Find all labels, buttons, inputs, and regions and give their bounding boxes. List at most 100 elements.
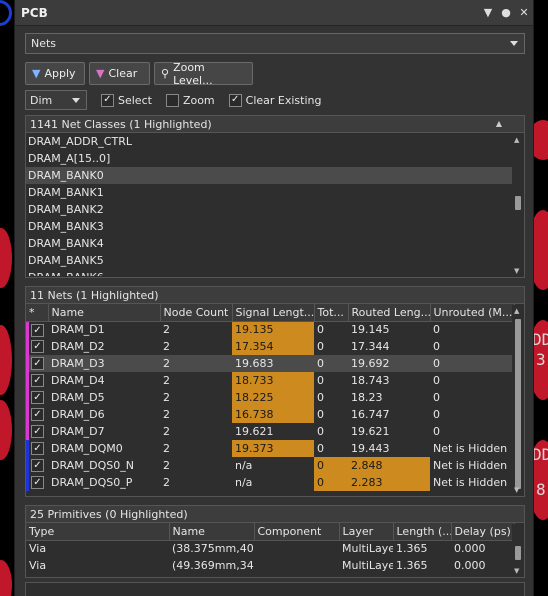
net-visibility-cell[interactable]: ✓ xyxy=(26,355,48,372)
net-class-item[interactable]: DRAM_BANK6 xyxy=(26,269,514,276)
primitives-column-header[interactable]: Type xyxy=(26,523,170,541)
net-class-item[interactable]: DRAM_BANK1 xyxy=(26,184,514,201)
net-class-item[interactable]: DRAM_BANK3 xyxy=(26,218,514,235)
nets-column-header[interactable]: Tot... xyxy=(314,304,349,322)
net-visible-checkbox[interactable]: ✓ xyxy=(31,408,44,421)
net-row[interactable]: ✓ DRAM_DQS0_P 2 n/a 0 2.283 Net is Hidden xyxy=(26,474,514,491)
select-label: Select xyxy=(118,93,152,107)
net-row[interactable]: ✓ DRAM_D6 2 16.738 0 16.747 0 xyxy=(26,406,514,423)
net-visible-checkbox[interactable]: ✓ xyxy=(31,391,44,404)
net-row[interactable]: ✓ DRAM_D2 2 17.354 0 17.344 0 xyxy=(26,338,514,355)
primitives-scrollbar[interactable]: ▼ xyxy=(512,524,524,577)
clear-button[interactable]: ▼ Clear xyxy=(89,62,150,85)
net-visibility-cell[interactable]: ✓ xyxy=(26,406,48,423)
clear-existing-option[interactable]: ✓ Clear Existing xyxy=(228,93,322,107)
net-classes-scrollbar[interactable]: ▲ ▼ xyxy=(512,134,524,277)
primitives-column-header[interactable]: Length (... xyxy=(393,523,452,541)
clear-existing-checkbox[interactable]: ✓ xyxy=(228,93,242,107)
magnifier-icon: ⚲ xyxy=(161,67,170,80)
select-checkbox[interactable]: ✓ xyxy=(101,93,114,107)
net-visibility-cell[interactable]: ✓ xyxy=(26,474,48,491)
apply-button[interactable]: ▼ Apply xyxy=(25,62,85,85)
nets-column-header[interactable]: Unrouted (M... xyxy=(430,304,515,322)
net-unrouted: 0 xyxy=(430,355,514,372)
net-visible-checkbox[interactable]: ✓ xyxy=(31,374,44,387)
close-icon[interactable]: ✕ xyxy=(515,6,533,19)
primitives-header-text: 25 Primitives (0 Highlighted) xyxy=(30,507,188,521)
net-routed-length: 2.848 xyxy=(348,457,430,474)
net-visibility-cell[interactable]: ✓ xyxy=(26,321,48,338)
primitive-delay: 0.000 xyxy=(454,559,486,572)
net-visibility-cell[interactable]: ✓ xyxy=(26,338,48,355)
scroll-down-icon[interactable]: ▼ xyxy=(514,567,519,575)
primitive-row[interactable]: Via (38.375mm,40.67 MultiLayer1.365 0.000 xyxy=(26,540,514,557)
net-name: DRAM_D3 xyxy=(48,355,160,372)
net-row[interactable]: ✓ DRAM_D7 2 19.621 0 19.621 0 xyxy=(26,423,514,440)
net-visibility-cell[interactable]: ✓ xyxy=(26,372,48,389)
net-unrouted: 0 xyxy=(433,391,440,404)
zoom-checkbox[interactable] xyxy=(165,93,179,107)
net-row[interactable]: ✓ DRAM_D3 2 19.683 0 19.692 0 xyxy=(26,355,514,372)
net-visibility-cell[interactable]: ✓ xyxy=(26,440,48,457)
scroll-down-icon[interactable]: ▼ xyxy=(514,486,519,494)
nets-column-header[interactable]: * xyxy=(26,304,49,322)
net-visible-checkbox[interactable]: ✓ xyxy=(31,340,44,353)
panel-menu-icon[interactable]: ▼ xyxy=(479,6,497,19)
net-unrouted: Net is Hidden xyxy=(433,442,508,455)
object-filter-dropdown[interactable]: Nets xyxy=(25,33,525,54)
net-row[interactable]: ✓ DRAM_DQM0 2 19.373 0 19.443 Net is Hidden xyxy=(26,440,514,457)
pcb-pad xyxy=(0,560,12,596)
net-class-item[interactable]: DRAM_BANK4 xyxy=(26,235,514,252)
net-visible-checkbox[interactable]: ✓ xyxy=(31,425,44,438)
primitive-row[interactable]: Via (49.369mm,34.5 MultiLayer1.365 0.000 xyxy=(26,557,514,574)
primitives-column-header[interactable]: Name xyxy=(169,523,255,541)
nets-column-header[interactable]: Signal Lengt... xyxy=(232,304,315,322)
clear-existing-label: Clear Existing xyxy=(245,93,322,107)
net-visibility-cell[interactable]: ✓ xyxy=(26,457,48,474)
net-class-item[interactable]: DRAM_A[15..0] xyxy=(26,150,514,167)
sort-caret-icon[interactable]: ▲ xyxy=(496,119,502,128)
zoom-label: Zoom xyxy=(182,93,215,107)
scroll-thumb[interactable] xyxy=(515,546,521,560)
primitives-column-header[interactable]: Delay (ps) xyxy=(451,523,515,541)
net-visible-checkbox[interactable]: ✓ xyxy=(31,476,44,489)
net-row[interactable]: ✓ DRAM_D4 2 18.733 0 18.743 0 xyxy=(26,372,514,389)
net-routed-length: 19.145 xyxy=(351,323,390,337)
net-class-item[interactable]: DRAM_BANK5 xyxy=(26,252,514,269)
net-class-item[interactable]: DRAM_BANK2 xyxy=(26,201,514,218)
nets-column-header[interactable]: Routed Leng... xyxy=(348,304,431,322)
scroll-up-icon[interactable]: ▲ xyxy=(514,136,519,144)
net-visible-checkbox[interactable]: ✓ xyxy=(31,442,44,455)
net-row[interactable]: ✓ DRAM_DQS0_N 2 n/a 0 2.848 Net is Hidden xyxy=(26,457,514,474)
net-row[interactable]: ✓ DRAM_D1 2 19.135 0 19.145 0 xyxy=(26,321,514,338)
scroll-thumb[interactable] xyxy=(515,196,521,210)
nets-column-header[interactable]: Node Count xyxy=(160,304,233,322)
net-total: 0 xyxy=(317,442,324,455)
net-visibility-cell[interactable]: ✓ xyxy=(26,423,48,440)
pin-icon[interactable]: ● xyxy=(497,6,515,19)
net-visible-checkbox[interactable]: ✓ xyxy=(31,357,44,370)
pcb-panel: PCB ▼ ● ✕ Nets ▼ Apply ▼ Clear ⚲ Zoom Le… xyxy=(14,0,534,596)
net-name: DRAM_D1 xyxy=(51,323,105,337)
net-visible-checkbox[interactable]: ✓ xyxy=(31,323,44,337)
mode-dropdown[interactable]: Dim xyxy=(25,90,87,110)
scroll-thumb[interactable] xyxy=(515,319,521,489)
nets-scrollbar[interactable]: ▲ ▼ xyxy=(512,305,524,496)
net-unrouted: 0 xyxy=(433,374,440,387)
zoom-level-button[interactable]: ⚲ Zoom Level... xyxy=(154,61,253,87)
nets-column-header[interactable]: Name xyxy=(48,304,161,322)
net-row[interactable]: ✓ DRAM_D5 2 18.225 0 18.23 0 xyxy=(26,389,514,406)
zoom-option[interactable]: Zoom xyxy=(165,93,215,107)
scroll-down-icon[interactable]: ▼ xyxy=(514,267,519,275)
net-visible-checkbox[interactable]: ✓ xyxy=(31,459,44,472)
mode-value: Dim xyxy=(30,93,53,107)
net-visibility-cell[interactable]: ✓ xyxy=(26,389,48,406)
scroll-up-icon[interactable]: ▲ xyxy=(514,307,519,315)
primitives-column-header[interactable]: Layer xyxy=(339,523,394,541)
net-class-item[interactable]: DRAM_ADDR_CTRL xyxy=(26,133,514,150)
primitives-column-header[interactable]: Component xyxy=(254,523,340,541)
net-class-item[interactable]: DRAM_BANK0 xyxy=(26,167,514,184)
net-unrouted: 0 xyxy=(433,323,440,337)
net-name: DRAM_DQM0 xyxy=(51,442,123,455)
select-option[interactable]: ✓ Select xyxy=(101,93,152,107)
